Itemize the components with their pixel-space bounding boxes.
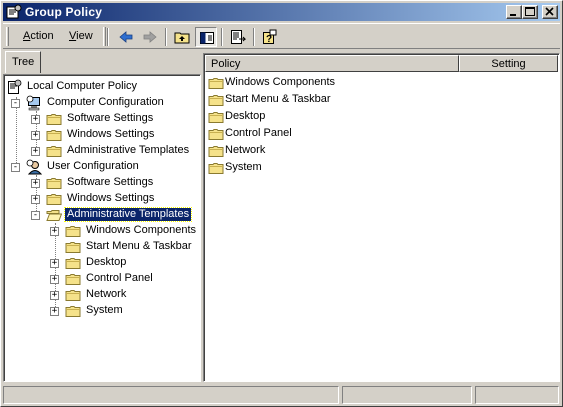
tree-item-label: Software Settings	[67, 112, 154, 124]
status-cell	[342, 386, 472, 404]
collapse-icon[interactable]: -	[31, 211, 40, 220]
help-button[interactable]: ?	[259, 27, 281, 47]
tree-item-label: System	[86, 304, 123, 316]
menu-toolbar: Action View ?	[3, 23, 560, 49]
up-one-level-button[interactable]	[171, 27, 193, 47]
close-icon	[545, 7, 554, 16]
tree-item-label: Computer Configuration	[47, 96, 164, 108]
tree-item-label: User Configuration	[47, 160, 139, 172]
list-item-label: System	[225, 161, 262, 173]
toolbar-separator	[221, 28, 223, 46]
tree-item-label: Windows Settings	[67, 192, 155, 204]
toolbar-grip[interactable]	[103, 27, 106, 46]
policy-scroll-icon	[6, 79, 22, 95]
column-header-policy[interactable]: Policy	[205, 55, 459, 72]
folder-icon	[65, 239, 81, 255]
tree-item-label: Desktop	[86, 256, 127, 268]
title-bar[interactable]: Group Policy	[3, 3, 560, 21]
tree-item-label: Windows Components	[86, 224, 197, 236]
open-folder-icon	[46, 207, 63, 223]
help-icon: ?	[263, 29, 277, 45]
folder-icon	[65, 223, 81, 239]
menu-action[interactable]: Action	[23, 30, 54, 42]
status-cell	[3, 386, 339, 404]
maximize-button[interactable]	[522, 5, 538, 19]
tree-item-label: Administrative Templates	[67, 144, 190, 156]
tree-item-label: Start Menu & Taskbar	[86, 240, 192, 252]
back-button[interactable]	[115, 27, 137, 47]
list-item-label: Network	[225, 144, 266, 156]
folder-icon	[65, 255, 81, 271]
minimize-icon	[510, 14, 516, 16]
export-list-icon	[231, 30, 246, 44]
computer-icon	[26, 95, 42, 111]
list-item-label: Start Menu & Taskbar	[225, 93, 331, 105]
expand-icon[interactable]: +	[50, 307, 59, 316]
user-icon	[26, 159, 43, 175]
expand-icon[interactable]: +	[31, 147, 40, 156]
folder-icon	[208, 160, 224, 179]
expand-icon[interactable]: +	[31, 131, 40, 140]
svg-text:?: ?	[266, 34, 272, 45]
folder-icon	[65, 303, 81, 319]
expand-icon[interactable]: +	[31, 115, 40, 124]
collapse-icon[interactable]: -	[11, 163, 20, 172]
collapse-icon[interactable]: -	[11, 99, 20, 108]
tree-item-label: Windows Settings	[67, 128, 155, 140]
tree-item-label: Control Panel	[86, 272, 153, 284]
toolbar-separator	[253, 28, 255, 46]
menu-view[interactable]: View	[69, 30, 93, 42]
tree-item-label: Network	[86, 288, 127, 300]
tree-item-label: Administrative Templates	[63, 207, 193, 222]
group-policy-window: Group Policy Action View ? Tree Local Co…	[0, 0, 563, 407]
forward-button[interactable]	[139, 27, 161, 47]
show-hide-tree-icon	[200, 32, 214, 44]
tree-item-label: Local Computer Policy	[27, 80, 138, 92]
tab-tree[interactable]: Tree	[5, 51, 41, 73]
window-title: Group Policy	[25, 5, 103, 19]
policy-list-pane[interactable]: Policy Setting Windows Components Start M…	[203, 53, 560, 382]
folder-icon	[46, 127, 62, 143]
forward-arrow-icon	[143, 31, 157, 43]
menu-grip[interactable]	[6, 27, 9, 46]
column-header-setting[interactable]: Setting	[459, 55, 558, 72]
show-hide-tree-button[interactable]	[195, 27, 217, 47]
expand-icon[interactable]: +	[31, 179, 40, 188]
folder-icon	[46, 191, 62, 207]
tree-item-label: Software Settings	[67, 176, 154, 188]
folder-icon	[65, 271, 81, 287]
list-item-label: Windows Components	[225, 76, 336, 88]
expand-icon[interactable]: +	[50, 227, 59, 236]
expand-icon[interactable]: +	[31, 195, 40, 204]
toolbar-separator	[165, 28, 167, 46]
up-one-level-icon	[174, 32, 190, 44]
expand-icon[interactable]: +	[50, 275, 59, 284]
expand-icon[interactable]: +	[50, 291, 59, 300]
status-bar	[3, 385, 560, 405]
folder-icon	[46, 111, 62, 127]
folder-icon	[65, 287, 81, 303]
tree-connector	[16, 97, 17, 171]
export-list-button[interactable]	[227, 27, 249, 47]
status-cell	[475, 386, 559, 404]
folder-icon	[46, 143, 62, 159]
toolbar-separator	[107, 28, 109, 46]
list-item-label: Control Panel	[225, 127, 292, 139]
list-item-label: Desktop	[225, 110, 266, 122]
group-policy-app-icon	[6, 4, 22, 20]
maximize-icon	[525, 7, 535, 16]
tree-pane[interactable]: Local Computer Policy - Computer Configura…	[3, 74, 201, 382]
back-arrow-icon	[119, 31, 133, 43]
folder-icon	[46, 175, 62, 191]
minimize-button[interactable]	[506, 5, 522, 19]
expand-icon[interactable]: +	[50, 259, 59, 268]
close-button[interactable]	[542, 5, 558, 19]
